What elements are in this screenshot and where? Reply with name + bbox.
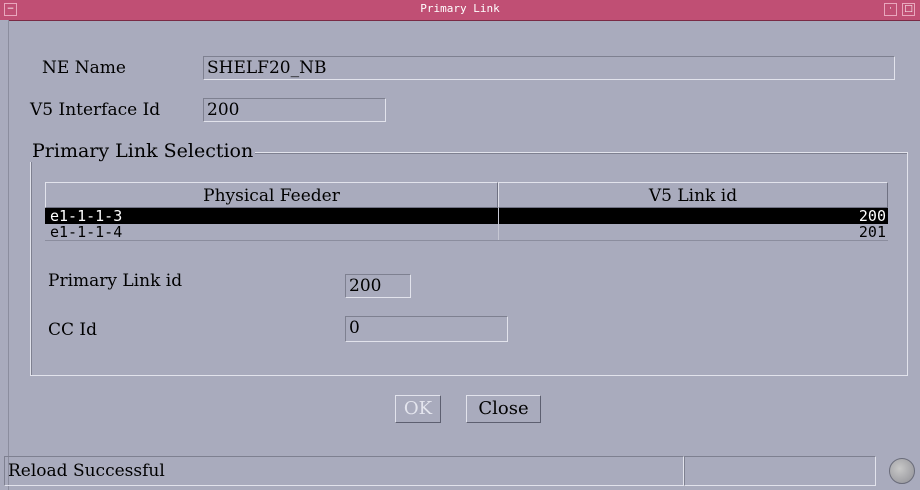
primary-link-id-label: Primary Link id [48,271,183,291]
status-secondary [684,456,876,486]
minimize-icon[interactable]: · [884,3,897,16]
ok-button[interactable]: OK [395,395,441,423]
status-message: Reload Successful [4,456,684,486]
title-bar: − Primary Link · □ [0,0,920,21]
column-header-v5-link-id[interactable]: V5 Link id [498,182,888,208]
window-left-frame [0,20,9,490]
v5-interface-label: V5 Interface Id [30,100,161,120]
cc-id-field[interactable]: 0 [345,316,508,342]
ne-name-label: NE Name [42,58,126,78]
cell-v5-link-id: 201 [498,224,888,240]
table-row[interactable]: e1-1-1-4 201 [45,224,888,241]
table-header: Physical Feeder V5 Link id [45,182,888,208]
window-title: Primary Link [420,2,500,15]
table-row[interactable]: e1-1-1-3 200 [45,208,888,224]
maximize-icon[interactable]: □ [902,3,915,16]
v5-interface-field: 200 [203,98,386,122]
ne-name-field: SHELF20_NB [203,56,895,80]
primary-link-id-field[interactable]: 200 [345,274,411,298]
group-title: Primary Link Selection [30,140,256,162]
cc-id-label: CC Id [48,320,98,340]
cell-physical-feeder: e1-1-1-4 [50,223,123,241]
feeder-table: Physical Feeder V5 Link id e1-1-1-3 200 … [45,182,888,241]
cell-v5-link-id: 200 [498,208,888,224]
column-header-physical-feeder[interactable]: Physical Feeder [45,182,498,208]
close-button[interactable]: Close [466,395,541,423]
status-bar: Reload Successful [0,454,920,490]
cell-physical-feeder: e1-1-1-3 [50,207,123,225]
status-light-icon [889,458,915,484]
